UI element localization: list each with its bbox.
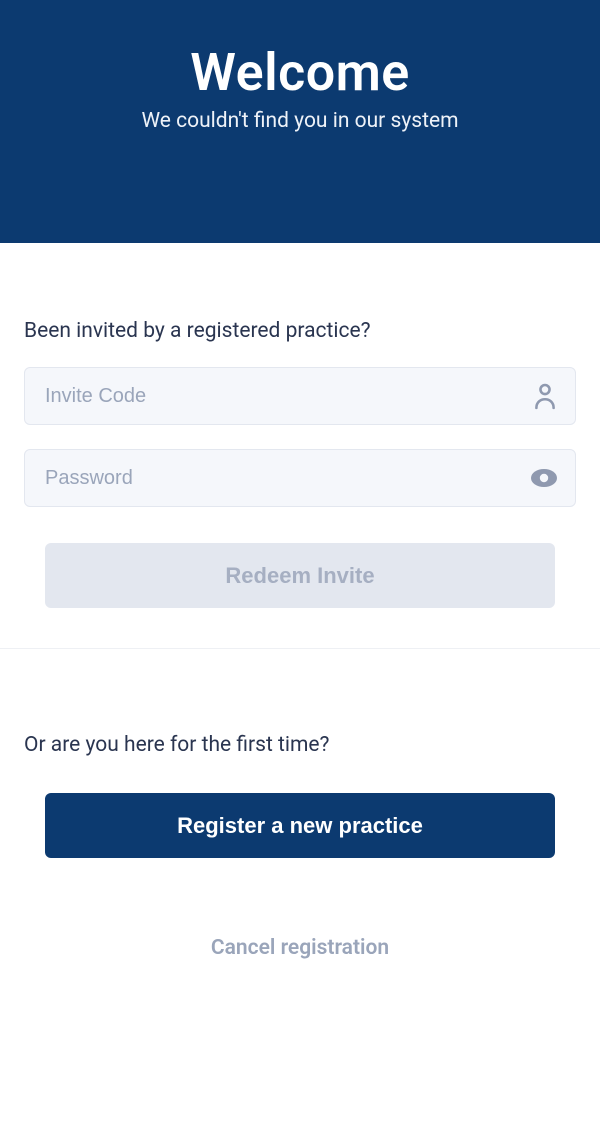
person-icon xyxy=(532,382,558,410)
invite-section: Been invited by a registered practice? R… xyxy=(0,319,600,608)
eye-icon[interactable] xyxy=(530,468,558,488)
invite-prompt: Been invited by a registered practice? xyxy=(24,319,576,343)
invite-code-input[interactable] xyxy=(24,367,576,425)
password-field-wrap xyxy=(24,449,576,507)
redeem-invite-button[interactable]: Redeem Invite xyxy=(45,543,555,608)
password-input[interactable] xyxy=(24,449,576,507)
register-practice-button[interactable]: Register a new practice xyxy=(45,793,555,858)
divider xyxy=(0,648,600,649)
page-subtitle: We couldn't find you in our system xyxy=(141,109,458,133)
header: Welcome We couldn't find you in our syst… xyxy=(0,0,600,243)
cancel-registration-link[interactable]: Cancel registration xyxy=(24,936,576,960)
register-prompt: Or are you here for the first time? xyxy=(24,733,576,757)
register-section: Or are you here for the first time? Regi… xyxy=(0,733,600,960)
page-title: Welcome xyxy=(190,42,410,103)
invite-code-field-wrap xyxy=(24,367,576,425)
